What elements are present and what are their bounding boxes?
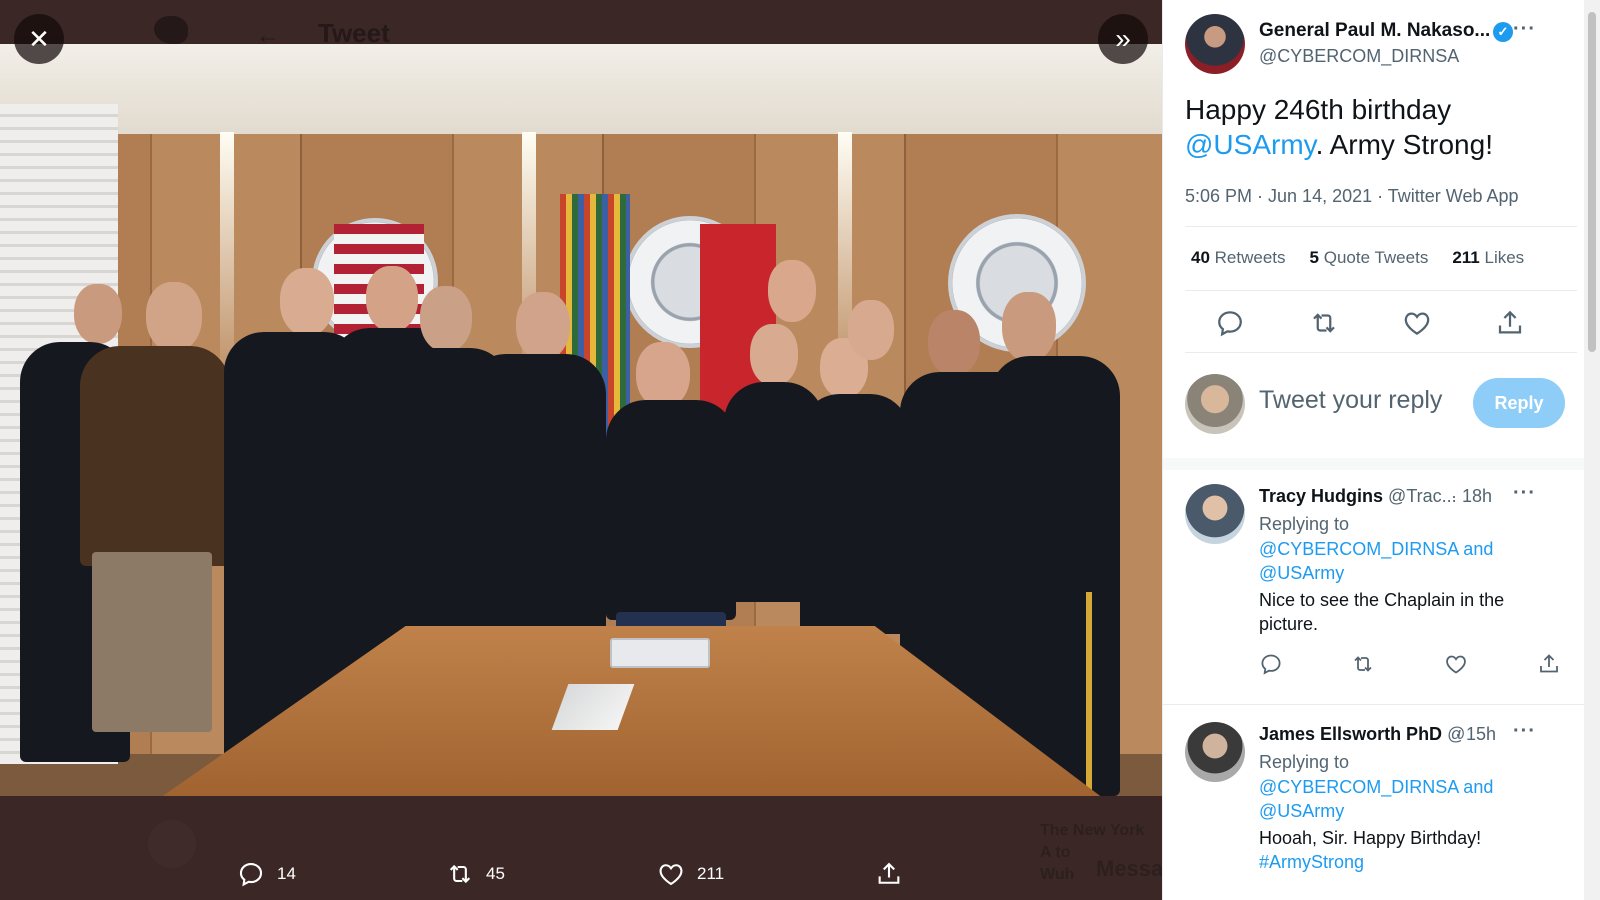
more-options-icon[interactable]: ··· (1513, 482, 1536, 505)
reply-composer: Tweet your reply Reply (1163, 360, 1585, 454)
replying-to-mentions[interactable]: @CYBERCOM_DIRNSA and (1259, 537, 1559, 562)
author-handle[interactable]: @CYBERCOM_DIRNSA (1259, 46, 1459, 67)
reply-time[interactable]: · 15h (1455, 724, 1496, 745)
twitter-bird-icon (154, 16, 188, 44)
quote-tweets-stat[interactable]: 5 Quote Tweets (1310, 248, 1429, 268)
reply-action-row (1259, 652, 1559, 678)
heart-icon[interactable] (1444, 652, 1468, 676)
tweet-detail-panel: General Paul M. Nakaso... ✓ @CYBERCOM_DI… (1162, 0, 1600, 900)
tweet-text-part: Happy 246th birthday (1185, 94, 1452, 125)
background-avatar (148, 820, 196, 868)
close-icon: ✕ (28, 23, 50, 54)
background-news-source: The New York (1040, 822, 1145, 839)
heart-icon (659, 864, 683, 886)
retweet-icon[interactable] (1351, 652, 1375, 676)
replying-to-mentions[interactable]: @USArmy (1259, 799, 1559, 824)
reply-hashtag-link[interactable]: #ArmyStrong (1259, 850, 1559, 875)
tweet-text: Happy 246th birthday @USArmy. Army Stron… (1185, 92, 1575, 162)
share-icon[interactable] (1495, 308, 1525, 338)
media-retweet-count: 45 (486, 864, 505, 883)
media-share-button[interactable] (875, 860, 903, 888)
media-action-bar (0, 796, 1162, 900)
double-chevron-right-icon: » (1115, 23, 1131, 54)
share-icon (878, 862, 900, 884)
reply-icon[interactable] (1215, 308, 1245, 338)
reply-icon[interactable] (1259, 652, 1283, 676)
share-icon[interactable] (1537, 652, 1561, 676)
reply-text: picture. (1259, 614, 1319, 634)
reply-avatar[interactable] (1185, 484, 1245, 544)
tweet-action-row (1185, 308, 1577, 344)
reply-input[interactable]: Tweet your reply (1259, 386, 1442, 415)
heart-icon[interactable] (1402, 308, 1432, 338)
reply-tweet[interactable]: Tracy Hudgins @Trac... · 18h ··· Replyin… (1163, 482, 1585, 686)
reply-body: Replying to @CYBERCOM_DIRNSA and @USArmy… (1259, 512, 1559, 637)
media-retweet-button[interactable]: 45 (446, 860, 505, 888)
tweet-text-part: . Army Strong! (1315, 129, 1493, 160)
more-options-icon[interactable]: ··· (1513, 720, 1536, 743)
panel-scrollbar[interactable] (1584, 0, 1600, 900)
reply-button[interactable]: Reply (1473, 378, 1565, 428)
background-header: ← Tweet (0, 0, 1162, 49)
divider (1163, 704, 1585, 705)
photo-person (80, 282, 230, 792)
close-viewer-button[interactable]: ✕ (14, 14, 64, 64)
retweet-icon (449, 864, 471, 884)
reply-time[interactable]: · 18h (1451, 486, 1492, 507)
replying-to-label: Replying to (1259, 514, 1350, 534)
replying-to-mentions[interactable]: @USArmy (1259, 561, 1559, 586)
tweet-timestamp[interactable]: 5:06 PM · Jun 14, 2021 · Twitter Web App (1185, 186, 1519, 207)
tweet-stats: 40 Retweets 5 Quote Tweets 211 Likes (1185, 248, 1577, 268)
media-like-count: 211 (697, 864, 725, 883)
divider (1185, 290, 1577, 291)
retweet-icon[interactable] (1309, 308, 1339, 338)
scrollbar-thumb[interactable] (1588, 12, 1596, 352)
verified-badge-icon: ✓ (1493, 22, 1513, 42)
reply-text: Hooah, Sir. Happy Birthday! (1259, 827, 1482, 848)
more-options-icon[interactable]: ··· (1513, 18, 1536, 41)
toggle-panel-button[interactable]: » (1098, 14, 1148, 64)
reply-body: Replying to @CYBERCOM_DIRNSA and @USArmy… (1259, 750, 1559, 875)
tweet-photo[interactable] (0, 44, 1162, 796)
divider (1185, 352, 1577, 353)
background-messages-label: Messa (1096, 856, 1162, 881)
reply-text: Nice to see the Chaplain in the (1259, 589, 1505, 610)
author-avatar[interactable] (1185, 14, 1245, 74)
divider (1185, 226, 1577, 227)
photo-person (990, 292, 1120, 796)
reply-tweet[interactable]: James Ellsworth PhD @ · 15h ··· Replying… (1163, 720, 1585, 900)
media-like-button[interactable]: 211 (657, 860, 724, 888)
section-separator (1163, 458, 1585, 470)
author-name[interactable]: General Paul M. Nakaso... (1259, 20, 1490, 42)
media-viewer: ← Tweet ✕ » The New York A to Wuh Messa … (0, 0, 1162, 900)
replying-to-label: Replying to (1259, 752, 1350, 772)
media-reply-button[interactable]: 14 (237, 860, 296, 888)
tweet-mention-link[interactable]: @USArmy (1185, 129, 1316, 160)
media-reply-count: 14 (277, 864, 296, 883)
replying-to-mentions[interactable]: @CYBERCOM_DIRNSA and (1259, 775, 1559, 800)
current-user-avatar (1185, 374, 1245, 434)
retweets-stat[interactable]: 40 Retweets (1191, 248, 1286, 268)
reply-author[interactable]: Tracy Hudgins @Trac... (1259, 486, 1457, 507)
reply-author[interactable]: James Ellsworth PhD @ (1259, 724, 1465, 745)
photo-table-tablet (610, 638, 710, 668)
reply-icon (239, 863, 263, 887)
likes-stat[interactable]: 211 Likes (1452, 248, 1524, 268)
reply-avatar[interactable] (1185, 722, 1245, 782)
